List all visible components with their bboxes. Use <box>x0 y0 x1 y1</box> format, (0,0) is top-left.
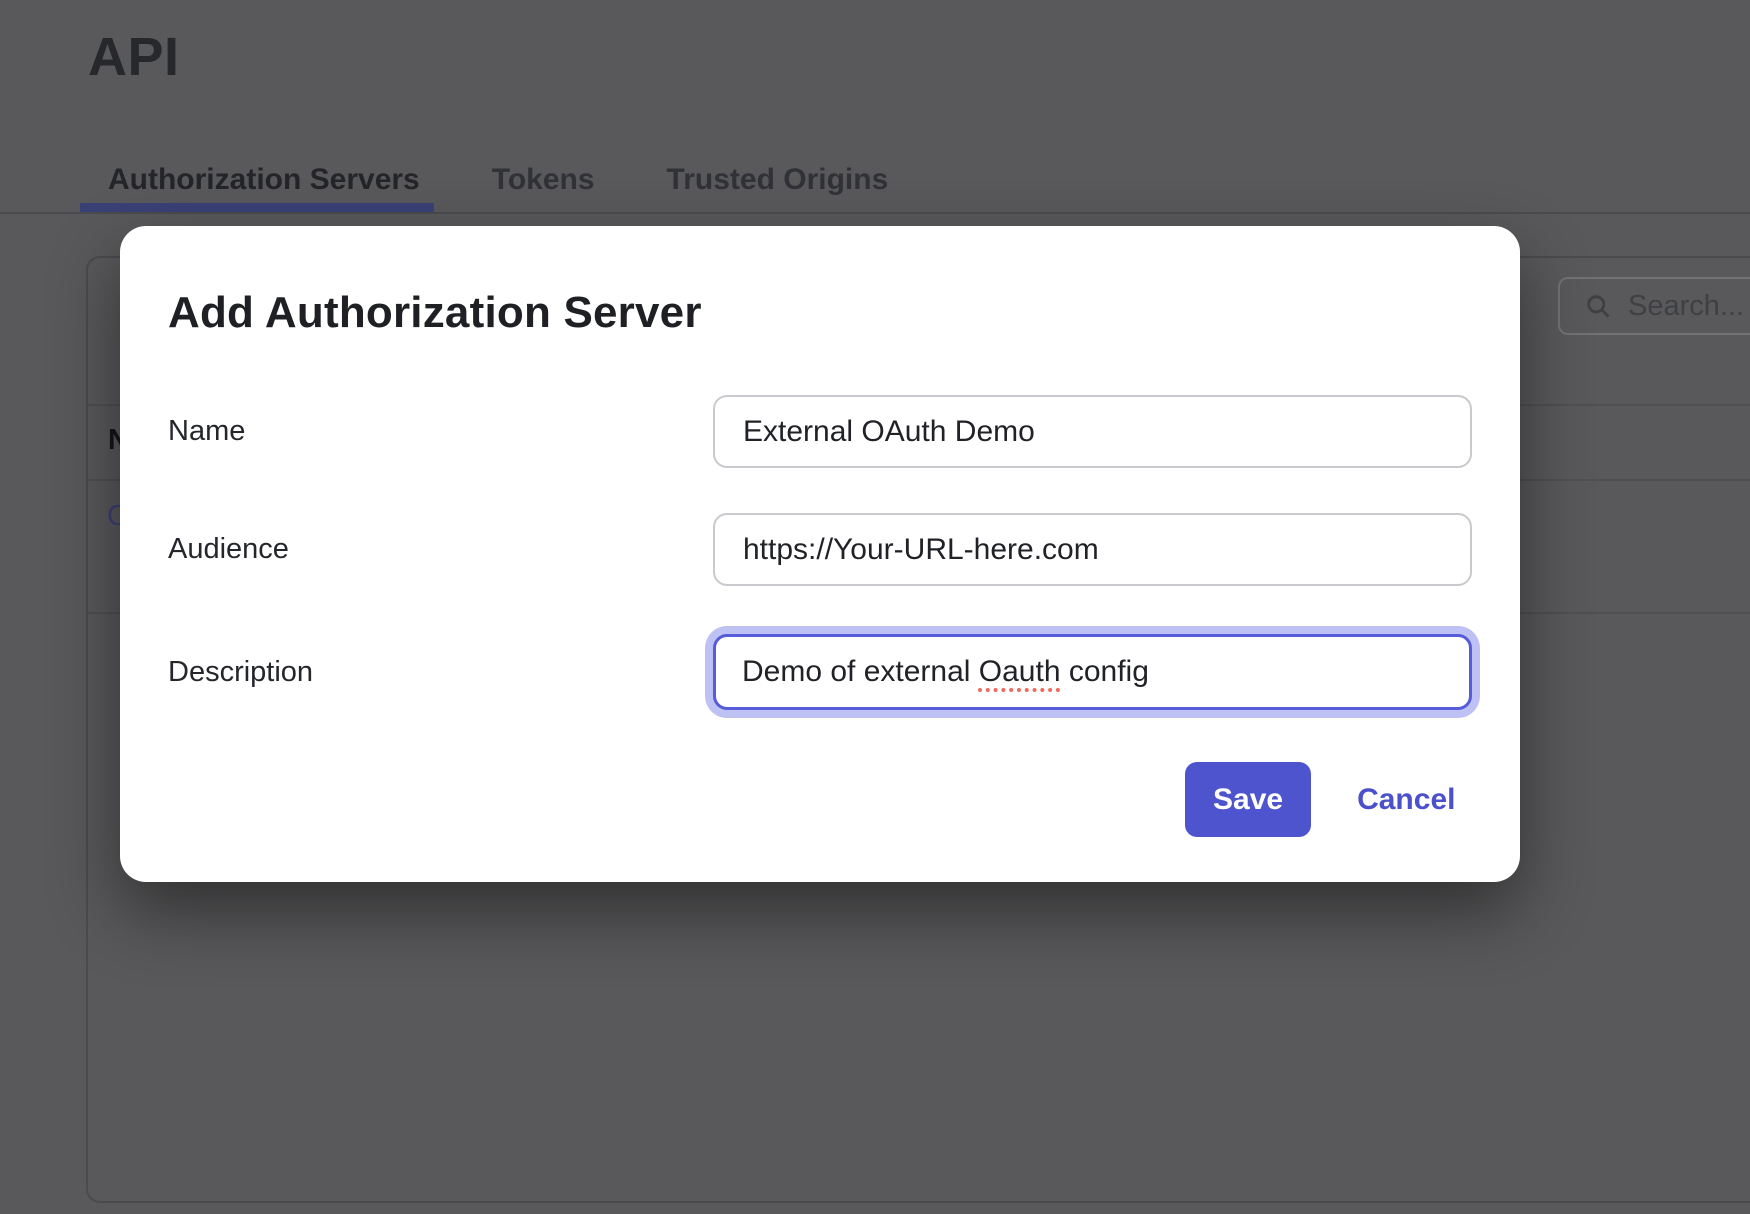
tab-bar: Authorization Servers Tokens Trusted Ori… <box>108 163 888 197</box>
save-button[interactable]: Save <box>1185 762 1311 837</box>
modal-title: Add Authorization Server <box>168 288 702 338</box>
search-icon <box>1584 292 1612 320</box>
description-input[interactable]: Demo of external Oauth config <box>713 634 1472 710</box>
description-label: Description <box>168 656 313 689</box>
audience-input[interactable] <box>713 513 1472 586</box>
add-authorization-server-modal: Add Authorization Server Name Audience D… <box>120 226 1520 882</box>
description-text-misspelled: Oauth <box>979 655 1061 689</box>
name-field-row: Name <box>168 395 1472 468</box>
tab-tokens[interactable]: Tokens <box>492 163 595 197</box>
search-input[interactable]: Search... <box>1558 277 1750 335</box>
modal-actions: Save Cancel <box>1185 762 1455 837</box>
page-title: API <box>88 26 180 88</box>
description-field-row: Description Demo of external Oauth confi… <box>168 634 1472 710</box>
cancel-button[interactable]: Cancel <box>1357 783 1455 817</box>
audience-label: Audience <box>168 533 289 566</box>
description-text-before: Demo of external <box>742 655 979 689</box>
tab-trusted-origins[interactable]: Trusted Origins <box>667 163 889 197</box>
tab-authorization-servers[interactable]: Authorization Servers <box>108 163 420 197</box>
name-label: Name <box>168 415 245 448</box>
search-placeholder: Search... <box>1628 290 1744 323</box>
audience-field-row: Audience <box>168 513 1472 586</box>
tab-bar-divider <box>0 212 1750 214</box>
active-tab-underline <box>80 203 434 212</box>
name-input[interactable] <box>713 395 1472 468</box>
description-text-after: config <box>1061 655 1149 689</box>
